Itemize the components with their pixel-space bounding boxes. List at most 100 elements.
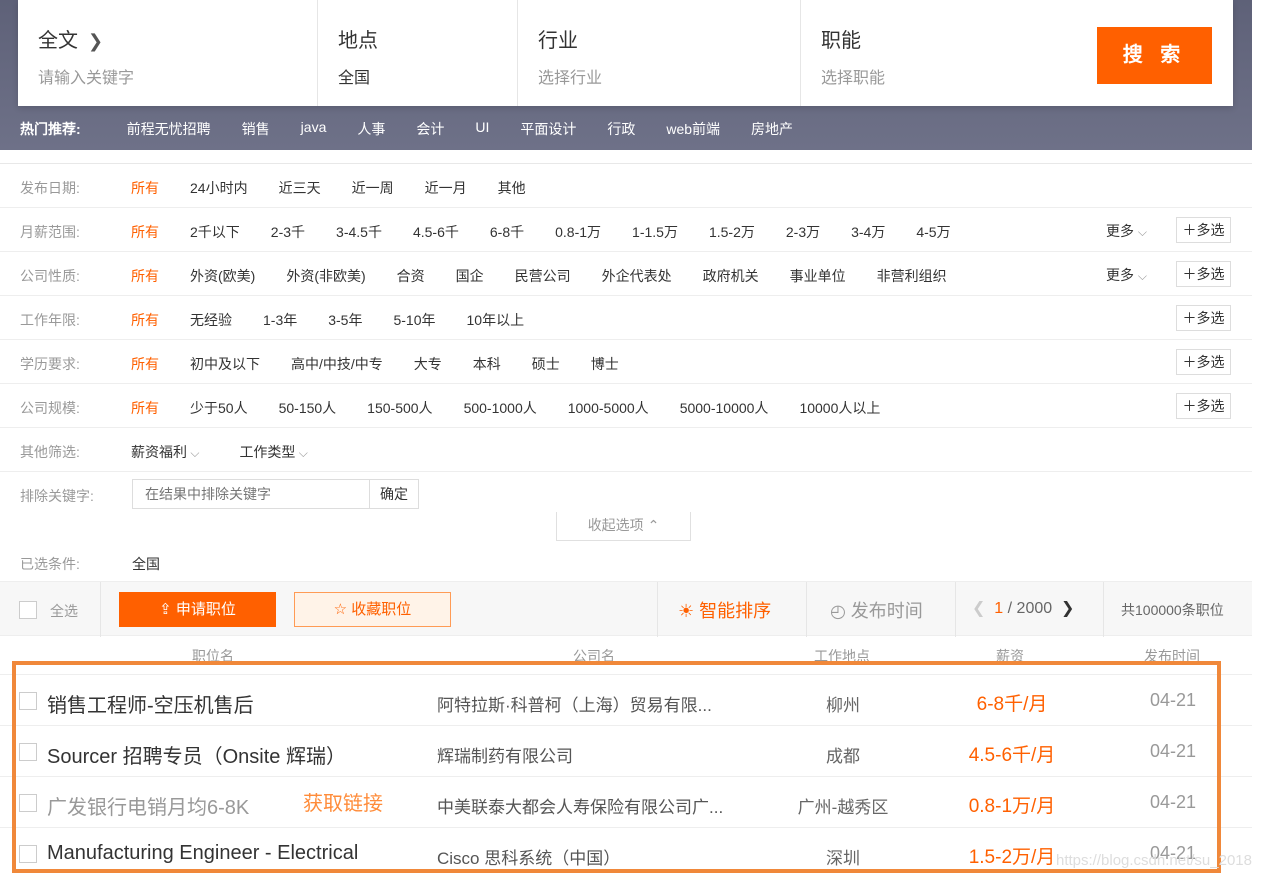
filter-option[interactable]: 事业单位 xyxy=(790,266,846,286)
filter-option[interactable]: 少于50人 xyxy=(190,398,248,418)
filter-option[interactable]: 民营公司 xyxy=(515,266,571,286)
job-title-link[interactable]: 广发银行电销月均6-8K xyxy=(47,791,249,820)
filter-option[interactable]: 1-3年 xyxy=(263,310,297,330)
filter-option[interactable]: 2-3千 xyxy=(271,222,305,242)
company-link[interactable]: 中美联泰大都会人寿保险有限公司广... xyxy=(437,793,723,818)
more-button[interactable]: 更多 ⌵ xyxy=(1106,221,1147,241)
hot-item[interactable]: UI xyxy=(475,119,489,139)
sort-smart-button[interactable]: ☀ 智能排序 xyxy=(678,597,771,623)
filter-option[interactable]: 近三天 xyxy=(279,178,321,198)
filter-option[interactable]: 外资(非欧美) xyxy=(286,266,365,286)
fulltext-input[interactable]: 请输入关键字 xyxy=(38,64,134,88)
filter-option[interactable]: 4-5万 xyxy=(916,222,950,242)
filter-option[interactable]: 500-1000人 xyxy=(464,398,537,418)
filter-option[interactable]: 硕士 xyxy=(532,354,560,374)
filter-option[interactable]: 本科 xyxy=(473,354,501,374)
prev-page-icon[interactable]: ❮ xyxy=(972,600,985,617)
filter-option[interactable]: 近一周 xyxy=(352,178,394,198)
filter-option[interactable]: 2-3万 xyxy=(786,222,820,242)
filter-option[interactable]: 高中/中技/中专 xyxy=(291,354,383,374)
filter-option[interactable]: 5-10年 xyxy=(393,310,435,330)
welfare-dropdown[interactable]: 薪资福利 ⌵ xyxy=(131,442,199,462)
filter-option[interactable]: 所有 xyxy=(131,354,159,374)
next-page-icon[interactable]: ❯ xyxy=(1061,600,1074,617)
more-button[interactable]: 更多 ⌵ xyxy=(1106,265,1147,285)
hot-item[interactable]: 人事 xyxy=(357,119,385,139)
job-title-link[interactable]: Manufacturing Engineer - Electrical xyxy=(47,842,358,865)
fulltext-field[interactable]: 全文 ❯ 请输入关键字 xyxy=(18,0,318,106)
sort-time-button[interactable]: ◴ 发布时间 xyxy=(830,597,923,623)
multi-select-button[interactable]: ＋多选 xyxy=(1176,261,1231,287)
location-value[interactable]: 全国 xyxy=(338,64,370,88)
industry-select[interactable]: 选择行业 xyxy=(538,64,602,88)
company-link[interactable]: Cisco 思科系统（中国） xyxy=(437,844,620,869)
filter-option[interactable]: 大专 xyxy=(414,354,442,374)
favorite-job-button[interactable]: ☆ 收藏职位 xyxy=(294,592,451,627)
hot-item[interactable]: java xyxy=(301,119,327,139)
filter-option[interactable]: 150-500人 xyxy=(367,398,432,418)
filter-option[interactable]: 0.8-1万 xyxy=(555,222,601,242)
filter-option[interactable]: 10000人以上 xyxy=(799,398,880,418)
company-link[interactable]: 阿特拉斯·科普柯（上海）贸易有限... xyxy=(437,691,712,716)
select-all-label[interactable]: 全选 xyxy=(50,601,78,621)
job-type-dropdown[interactable]: 工作类型 ⌵ xyxy=(239,442,307,462)
hot-item[interactable]: 行政 xyxy=(607,119,635,139)
collapse-options-button[interactable]: 收起选项 ⌃ xyxy=(556,512,691,541)
filter-option[interactable]: 3-4.5千 xyxy=(336,222,382,242)
select-all-checkbox[interactable] xyxy=(19,601,37,619)
job-checkbox[interactable] xyxy=(19,845,37,863)
filter-option[interactable]: 初中及以下 xyxy=(190,354,260,374)
hot-item[interactable]: 前程无忧招聘 xyxy=(127,119,211,139)
function-field[interactable]: 职能 选择职能 xyxy=(801,0,1081,106)
filter-option[interactable]: 6-8千 xyxy=(490,222,524,242)
search-button[interactable]: 搜 索 xyxy=(1097,27,1212,84)
filter-option[interactable]: 其他 xyxy=(498,178,526,198)
job-title-link[interactable]: 销售工程师-空压机售后 xyxy=(47,689,254,718)
filter-option[interactable]: 24小时内 xyxy=(190,178,248,198)
job-checkbox[interactable] xyxy=(19,692,37,710)
hot-item[interactable]: web前端 xyxy=(666,119,720,139)
job-checkbox[interactable] xyxy=(19,743,37,761)
filter-option[interactable]: 非营利组织 xyxy=(877,266,947,286)
hot-item[interactable]: 平面设计 xyxy=(520,119,576,139)
company-link[interactable]: 辉瑞制药有限公司 xyxy=(437,742,573,767)
filter-option[interactable]: 政府机关 xyxy=(703,266,759,286)
filter-option[interactable]: 4.5-6千 xyxy=(413,222,459,242)
filter-option[interactable]: 无经验 xyxy=(190,310,232,330)
apply-job-button[interactable]: ⇪ 申请职位 xyxy=(119,592,276,627)
multi-select-button[interactable]: ＋多选 xyxy=(1176,305,1231,331)
multi-select-button[interactable]: ＋多选 xyxy=(1176,349,1231,375)
exclude-keyword-input[interactable] xyxy=(132,479,370,509)
filter-option[interactable]: 5000-10000人 xyxy=(680,398,769,418)
industry-field[interactable]: 行业 选择行业 xyxy=(518,0,801,106)
hot-item[interactable]: 会计 xyxy=(416,119,444,139)
hot-item[interactable]: 房地产 xyxy=(751,119,793,139)
filter-option[interactable]: 所有 xyxy=(131,266,159,286)
filter-option[interactable]: 3-5年 xyxy=(328,310,362,330)
multi-select-button[interactable]: ＋多选 xyxy=(1176,217,1231,243)
multi-select-button[interactable]: ＋多选 xyxy=(1176,393,1231,419)
filter-option[interactable]: 所有 xyxy=(131,178,159,198)
filter-option[interactable]: 3-4万 xyxy=(851,222,885,242)
filter-option[interactable]: 外企代表处 xyxy=(602,266,672,286)
job-checkbox[interactable] xyxy=(19,794,37,812)
filter-option[interactable]: 2千以下 xyxy=(190,222,240,242)
filter-option[interactable]: 近一月 xyxy=(425,178,467,198)
location-field[interactable]: 地点 全国 xyxy=(318,0,518,106)
filter-option[interactable]: 所有 xyxy=(131,310,159,330)
exclude-confirm-button[interactable]: 确定 xyxy=(369,479,419,509)
selected-condition-value[interactable]: 全国 xyxy=(132,554,160,574)
filter-option[interactable]: 50-150人 xyxy=(279,398,337,418)
chevron-right-icon[interactable]: ❯ xyxy=(88,31,103,52)
filter-option[interactable]: 外资(欧美) xyxy=(190,266,255,286)
filter-option[interactable]: 博士 xyxy=(591,354,619,374)
function-select[interactable]: 选择职能 xyxy=(821,64,885,88)
filter-option[interactable]: 所有 xyxy=(131,398,159,418)
filter-option[interactable]: 1000-5000人 xyxy=(568,398,649,418)
filter-option[interactable]: 1-1.5万 xyxy=(632,222,678,242)
job-title-link[interactable]: Sourcer 招聘专员（Onsite 辉瑞） xyxy=(47,740,346,769)
filter-option[interactable]: 10年以上 xyxy=(467,310,525,330)
filter-option[interactable]: 合资 xyxy=(397,266,425,286)
filter-option[interactable]: 所有 xyxy=(131,222,159,242)
filter-option[interactable]: 1.5-2万 xyxy=(709,222,755,242)
